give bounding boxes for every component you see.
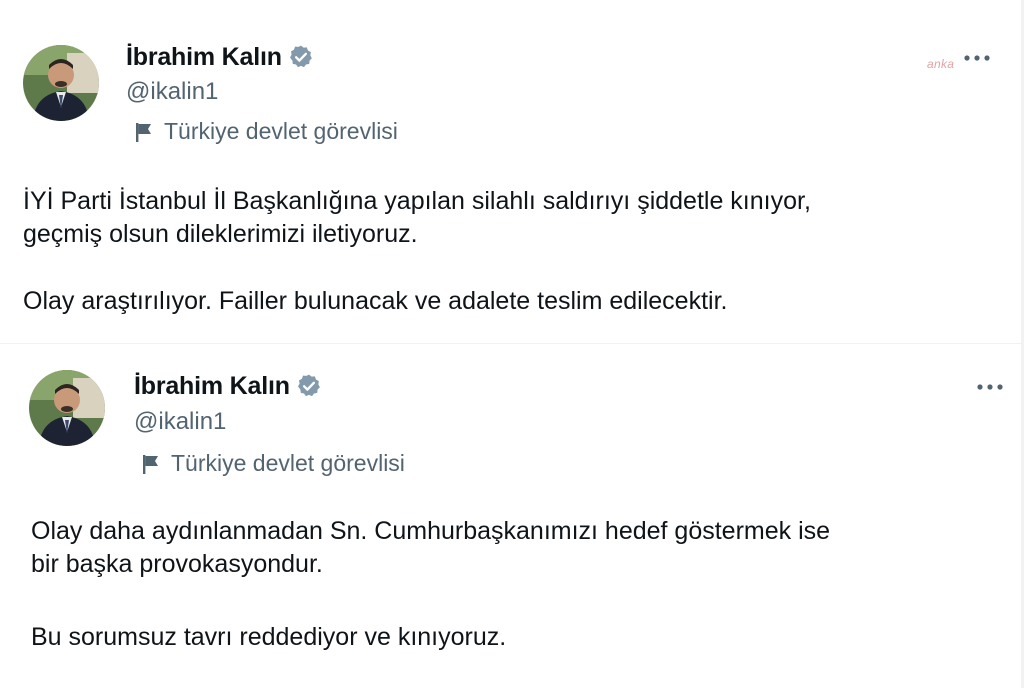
watermark-text: anka — [927, 57, 955, 71]
flag-icon — [134, 121, 154, 143]
more-options-icon[interactable] — [975, 381, 1005, 393]
affiliation-text: Türkiye devlet görevlisi — [164, 118, 398, 144]
tweet-text-line: Bu sorumsuz tavrı reddediyor ve kınıyoru… — [31, 623, 507, 651]
profile-photo — [23, 45, 99, 121]
author-name-row[interactable]: İbrahim Kalın — [126, 42, 314, 72]
tweet-card[interactable]: İbrahim Kalın @ikalin1 Türkiye devlet gö… — [0, 0, 1024, 344]
tweet-paragraph: Bu sorumsuz tavrı reddediyor ve kınıyoru… — [31, 621, 506, 654]
affiliation-label: Türkiye devlet görevlisi — [134, 118, 398, 145]
avatar[interactable] — [23, 45, 99, 121]
author-name-row[interactable]: İbrahim Kalın — [134, 371, 322, 401]
profile-photo — [29, 370, 105, 446]
tweet-paragraph: İYİ Parti İstanbul İl Başkanlığına yapıl… — [23, 185, 811, 251]
tweet-text-line: geçmiş olsun dileklerimizi iletiyoruz. — [23, 220, 418, 248]
verified-badge-icon[interactable] — [288, 44, 314, 70]
display-name[interactable]: İbrahim Kalın — [134, 372, 290, 401]
tweet-text-line: Olay daha aydınlanmadan Sn. Cumhurbaşkan… — [31, 517, 831, 545]
user-handle[interactable]: @ikalin1 — [134, 408, 226, 436]
tweet-card[interactable]: İbrahim Kalın @ikalin1 Türkiye devlet gö… — [0, 344, 1024, 688]
avatar[interactable] — [29, 370, 105, 446]
verified-badge-icon[interactable] — [296, 373, 322, 399]
affiliation-label: Türkiye devlet görevlisi — [141, 450, 405, 477]
display-name[interactable]: İbrahim Kalın — [126, 43, 282, 72]
user-handle[interactable]: @ikalin1 — [126, 78, 218, 106]
tweet-text-line: bir başka provokasyondur. — [31, 550, 323, 578]
tweet-text-line: İYİ Parti İstanbul İl Başkanlığına yapıl… — [23, 187, 811, 215]
affiliation-text: Türkiye devlet görevlisi — [171, 450, 405, 476]
flag-icon — [141, 453, 161, 475]
tweet-paragraph: Olay araştırılıyor. Failler bulunacak ve… — [23, 285, 727, 318]
more-options-icon[interactable] — [962, 52, 992, 64]
tweet-text-line: Olay araştırılıyor. Failler bulunacak ve… — [23, 287, 728, 315]
tweet-paragraph: Olay daha aydınlanmadan Sn. Cumhurbaşkan… — [31, 515, 830, 581]
